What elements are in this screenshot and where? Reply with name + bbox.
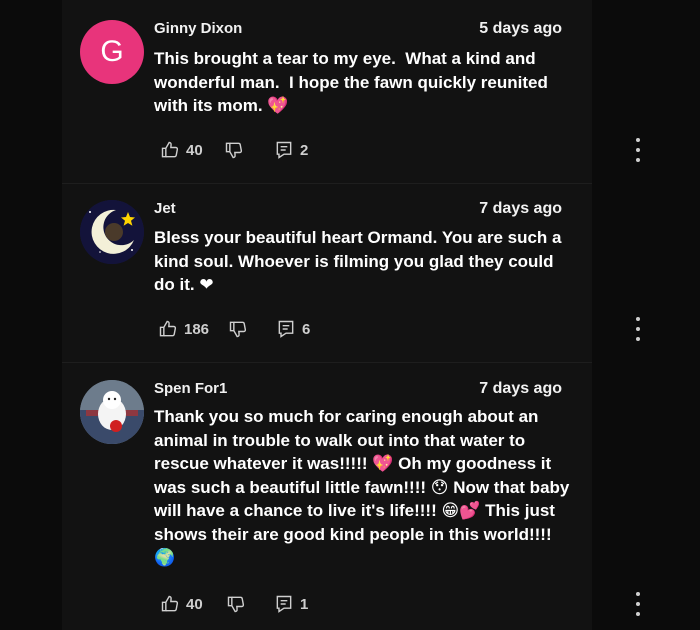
comment-actions: 40 2	[160, 138, 640, 162]
comment-author[interactable]: Jet	[154, 200, 176, 217]
comment-timestamp[interactable]: 7 days ago	[479, 380, 562, 398]
dislike-button[interactable]	[228, 319, 248, 339]
like-count: 40	[186, 141, 203, 159]
comment-actions: 186 6	[158, 317, 640, 341]
reply-button[interactable]: 6	[276, 319, 310, 339]
dislike-button[interactable]	[226, 594, 246, 614]
avatar[interactable]	[80, 200, 144, 264]
moon-avatar-icon	[80, 200, 144, 264]
comment-actions: 40 1	[160, 592, 640, 616]
thumb-up-icon	[159, 320, 177, 337]
more-vertical-icon[interactable]	[634, 138, 642, 162]
more-vertical-icon[interactable]	[634, 317, 642, 341]
reply-comment-icon	[278, 320, 294, 338]
reply-count: 2	[300, 141, 309, 159]
dislike-button[interactable]	[224, 140, 244, 160]
thumb-down-icon	[227, 596, 245, 613]
reply-comment-icon	[276, 141, 292, 159]
like-button[interactable]: 40	[160, 594, 203, 614]
reply-button[interactable]: 2	[274, 140, 308, 160]
comment-text: Thank you so much for caring enough abou…	[154, 407, 575, 567]
avatar[interactable]	[80, 380, 144, 444]
comment-thread: G Ginny Dixon 5 days ago This brought a …	[62, 0, 640, 180]
avatar[interactable]: G	[80, 20, 144, 84]
dog-photo-avatar-icon	[80, 380, 144, 444]
like-button[interactable]: 186	[158, 319, 209, 339]
reply-comment-icon	[276, 595, 292, 613]
comment-author[interactable]: Spen For1	[154, 380, 227, 397]
comment-thread: Spen For1 7 days ago Thank you so much f…	[62, 360, 640, 630]
comment-timestamp[interactable]: 7 days ago	[479, 200, 562, 218]
thumb-up-icon	[161, 595, 179, 612]
reply-button[interactable]: 1	[274, 594, 308, 614]
avatar-letter: G	[100, 35, 124, 68]
like-button[interactable]: 40	[160, 140, 203, 160]
thumb-down-icon	[229, 321, 247, 338]
comment-text: Bless your beautiful heart Ormand. You a…	[154, 228, 567, 294]
reply-count: 6	[302, 320, 311, 338]
comment-text: This brought a tear to my eye. What a ki…	[154, 49, 553, 115]
reply-count: 1	[300, 595, 309, 613]
like-count: 186	[184, 320, 210, 338]
comment-timestamp[interactable]: 5 days ago	[479, 20, 562, 38]
thumb-up-icon	[161, 141, 179, 158]
comment-author[interactable]: Ginny Dixon	[154, 20, 242, 37]
comment-thread: Jet 7 days ago Bless your beautiful hear…	[62, 180, 640, 362]
more-vertical-icon[interactable]	[634, 592, 642, 616]
like-count: 40	[186, 595, 203, 613]
thumb-down-icon	[225, 142, 243, 159]
